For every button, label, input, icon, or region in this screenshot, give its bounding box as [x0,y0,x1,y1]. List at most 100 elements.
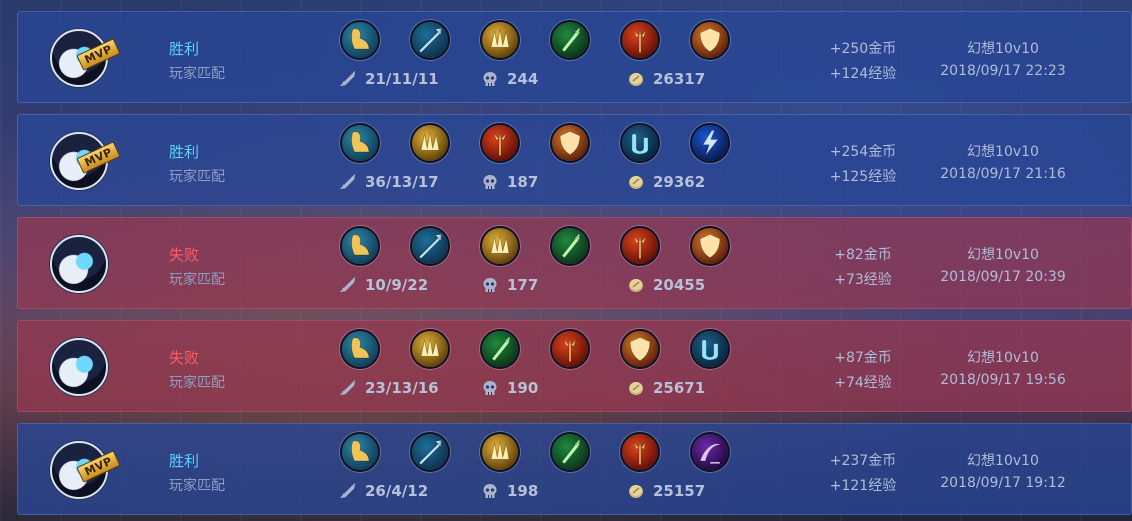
sword-icon [339,482,356,499]
game-mode-name: 幻想10v10 [967,41,1039,57]
last-hits-stat: 190 [482,379,538,397]
gold-value: 25671 [653,379,706,397]
boots-icon[interactable] [340,329,380,369]
reward-gold: +87金币 [834,350,892,366]
lightning-blade-icon[interactable] [690,123,730,163]
gold-claw-icon[interactable] [480,226,520,266]
reward-gold: +237金币 [829,453,897,469]
skull-icon [482,174,498,190]
spear-icon[interactable] [410,20,450,60]
blue-scroll-icon[interactable] [690,329,730,369]
reward-exp: +73经验 [834,272,892,288]
match-row[interactable]: MVP 胜利 玩家匹配 36/13/17 187 29362 +254金币 +1… [17,114,1132,206]
gold-value: 25157 [653,482,706,500]
gold-stat: 25157 [628,482,705,500]
shield-icon[interactable] [690,20,730,60]
boots-icon[interactable] [340,432,380,472]
match-time: 2018/09/17 19:56 [940,372,1066,388]
skull-icon [482,380,498,396]
fire-trident-icon[interactable] [550,329,590,369]
skull-icon [482,71,498,87]
match-result: 胜利 [169,143,200,161]
game-mode-name: 幻想10v10 [967,144,1039,160]
green-blade-icon[interactable] [550,226,590,266]
gold-claw-icon[interactable] [410,123,450,163]
gold-stat: 25671 [628,379,705,397]
fire-trident-icon[interactable] [620,20,660,60]
fire-trident-icon[interactable] [480,123,520,163]
kda-value: 10/9/22 [365,276,429,294]
coin-icon [628,174,644,190]
reward-exp: +121经验 [829,478,897,494]
gold-stat: 26317 [628,70,705,88]
last-hits-value: 190 [507,379,539,397]
spear-icon[interactable] [410,226,450,266]
hero-avatar [50,235,108,293]
skull-icon [482,277,498,293]
last-hits-stat: 244 [482,70,538,88]
shield-icon[interactable] [620,329,660,369]
boots-icon[interactable] [340,226,380,266]
match-row[interactable]: 失败 玩家匹配 10/9/22 177 20455 +82金币 +73经验 幻想… [17,217,1132,309]
gold-value: 29362 [653,173,706,191]
kda-stat: 36/13/17 [339,173,439,191]
reward-exp: +74经验 [834,375,892,391]
gold-claw-icon[interactable] [410,329,450,369]
match-row[interactable]: 失败 玩家匹配 23/13/16 190 25671 +87金币 +74经验 幻… [17,320,1132,412]
sword-icon [339,276,356,293]
gold-claw-icon[interactable] [480,20,520,60]
game-mode-name: 幻想10v10 [967,453,1039,469]
green-blade-icon[interactable] [480,329,520,369]
kda-value: 21/11/11 [365,70,439,88]
green-blade-icon[interactable] [550,20,590,60]
fire-trident-icon[interactable] [620,432,660,472]
match-time: 2018/09/17 21:16 [940,166,1066,182]
last-hits-value: 244 [507,70,539,88]
blue-scroll-icon[interactable] [620,123,660,163]
last-hits-value: 177 [507,276,539,294]
reward-exp: +125经验 [829,169,897,185]
match-time: 2018/09/17 22:23 [940,63,1066,79]
last-hits-value: 187 [507,173,539,191]
skull-icon [482,483,498,499]
match-time: 2018/09/17 19:12 [940,475,1066,491]
kda-stat: 10/9/22 [339,276,429,294]
match-row[interactable]: MVP 胜利 玩家匹配 21/11/11 244 26317 +250金币 +1… [17,11,1132,103]
boots-icon[interactable] [340,20,380,60]
last-hits-stat: 198 [482,482,538,500]
reward-gold: +250金币 [829,41,897,57]
sword-icon [339,70,356,87]
match-time: 2018/09/17 20:39 [940,269,1066,285]
shield-icon[interactable] [690,226,730,266]
sword-icon [339,173,356,190]
match-result: 失败 [169,349,200,367]
coin-icon [628,380,644,396]
fire-trident-icon[interactable] [620,226,660,266]
spear-icon[interactable] [410,432,450,472]
green-blade-icon[interactable] [550,432,590,472]
match-row[interactable]: MVP 胜利 玩家匹配 26/4/12 198 25157 +237金币 +12… [17,423,1132,515]
kda-value: 23/13/16 [365,379,439,397]
match-history-list: MVP 胜利 玩家匹配 21/11/11 244 26317 +250金币 +1… [0,0,1132,521]
coin-icon [628,71,644,87]
gold-claw-icon[interactable] [480,432,520,472]
gold-stat: 20455 [628,276,705,294]
game-mode-name: 幻想10v10 [967,350,1039,366]
match-result: 胜利 [169,452,200,470]
match-result: 胜利 [169,40,200,58]
purple-scythe-icon[interactable] [690,432,730,472]
kda-value: 26/4/12 [365,482,429,500]
match-mode: 玩家匹配 [169,169,225,185]
gold-stat: 29362 [628,173,705,191]
kda-stat: 23/13/16 [339,379,439,397]
shield-icon[interactable] [550,123,590,163]
coin-icon [628,483,644,499]
sword-icon [339,379,356,396]
last-hits-value: 198 [507,482,539,500]
last-hits-stat: 187 [482,173,538,191]
kda-stat: 26/4/12 [339,482,429,500]
kda-stat: 21/11/11 [339,70,439,88]
boots-icon[interactable] [340,123,380,163]
match-mode: 玩家匹配 [169,272,225,288]
match-mode: 玩家匹配 [169,375,225,391]
